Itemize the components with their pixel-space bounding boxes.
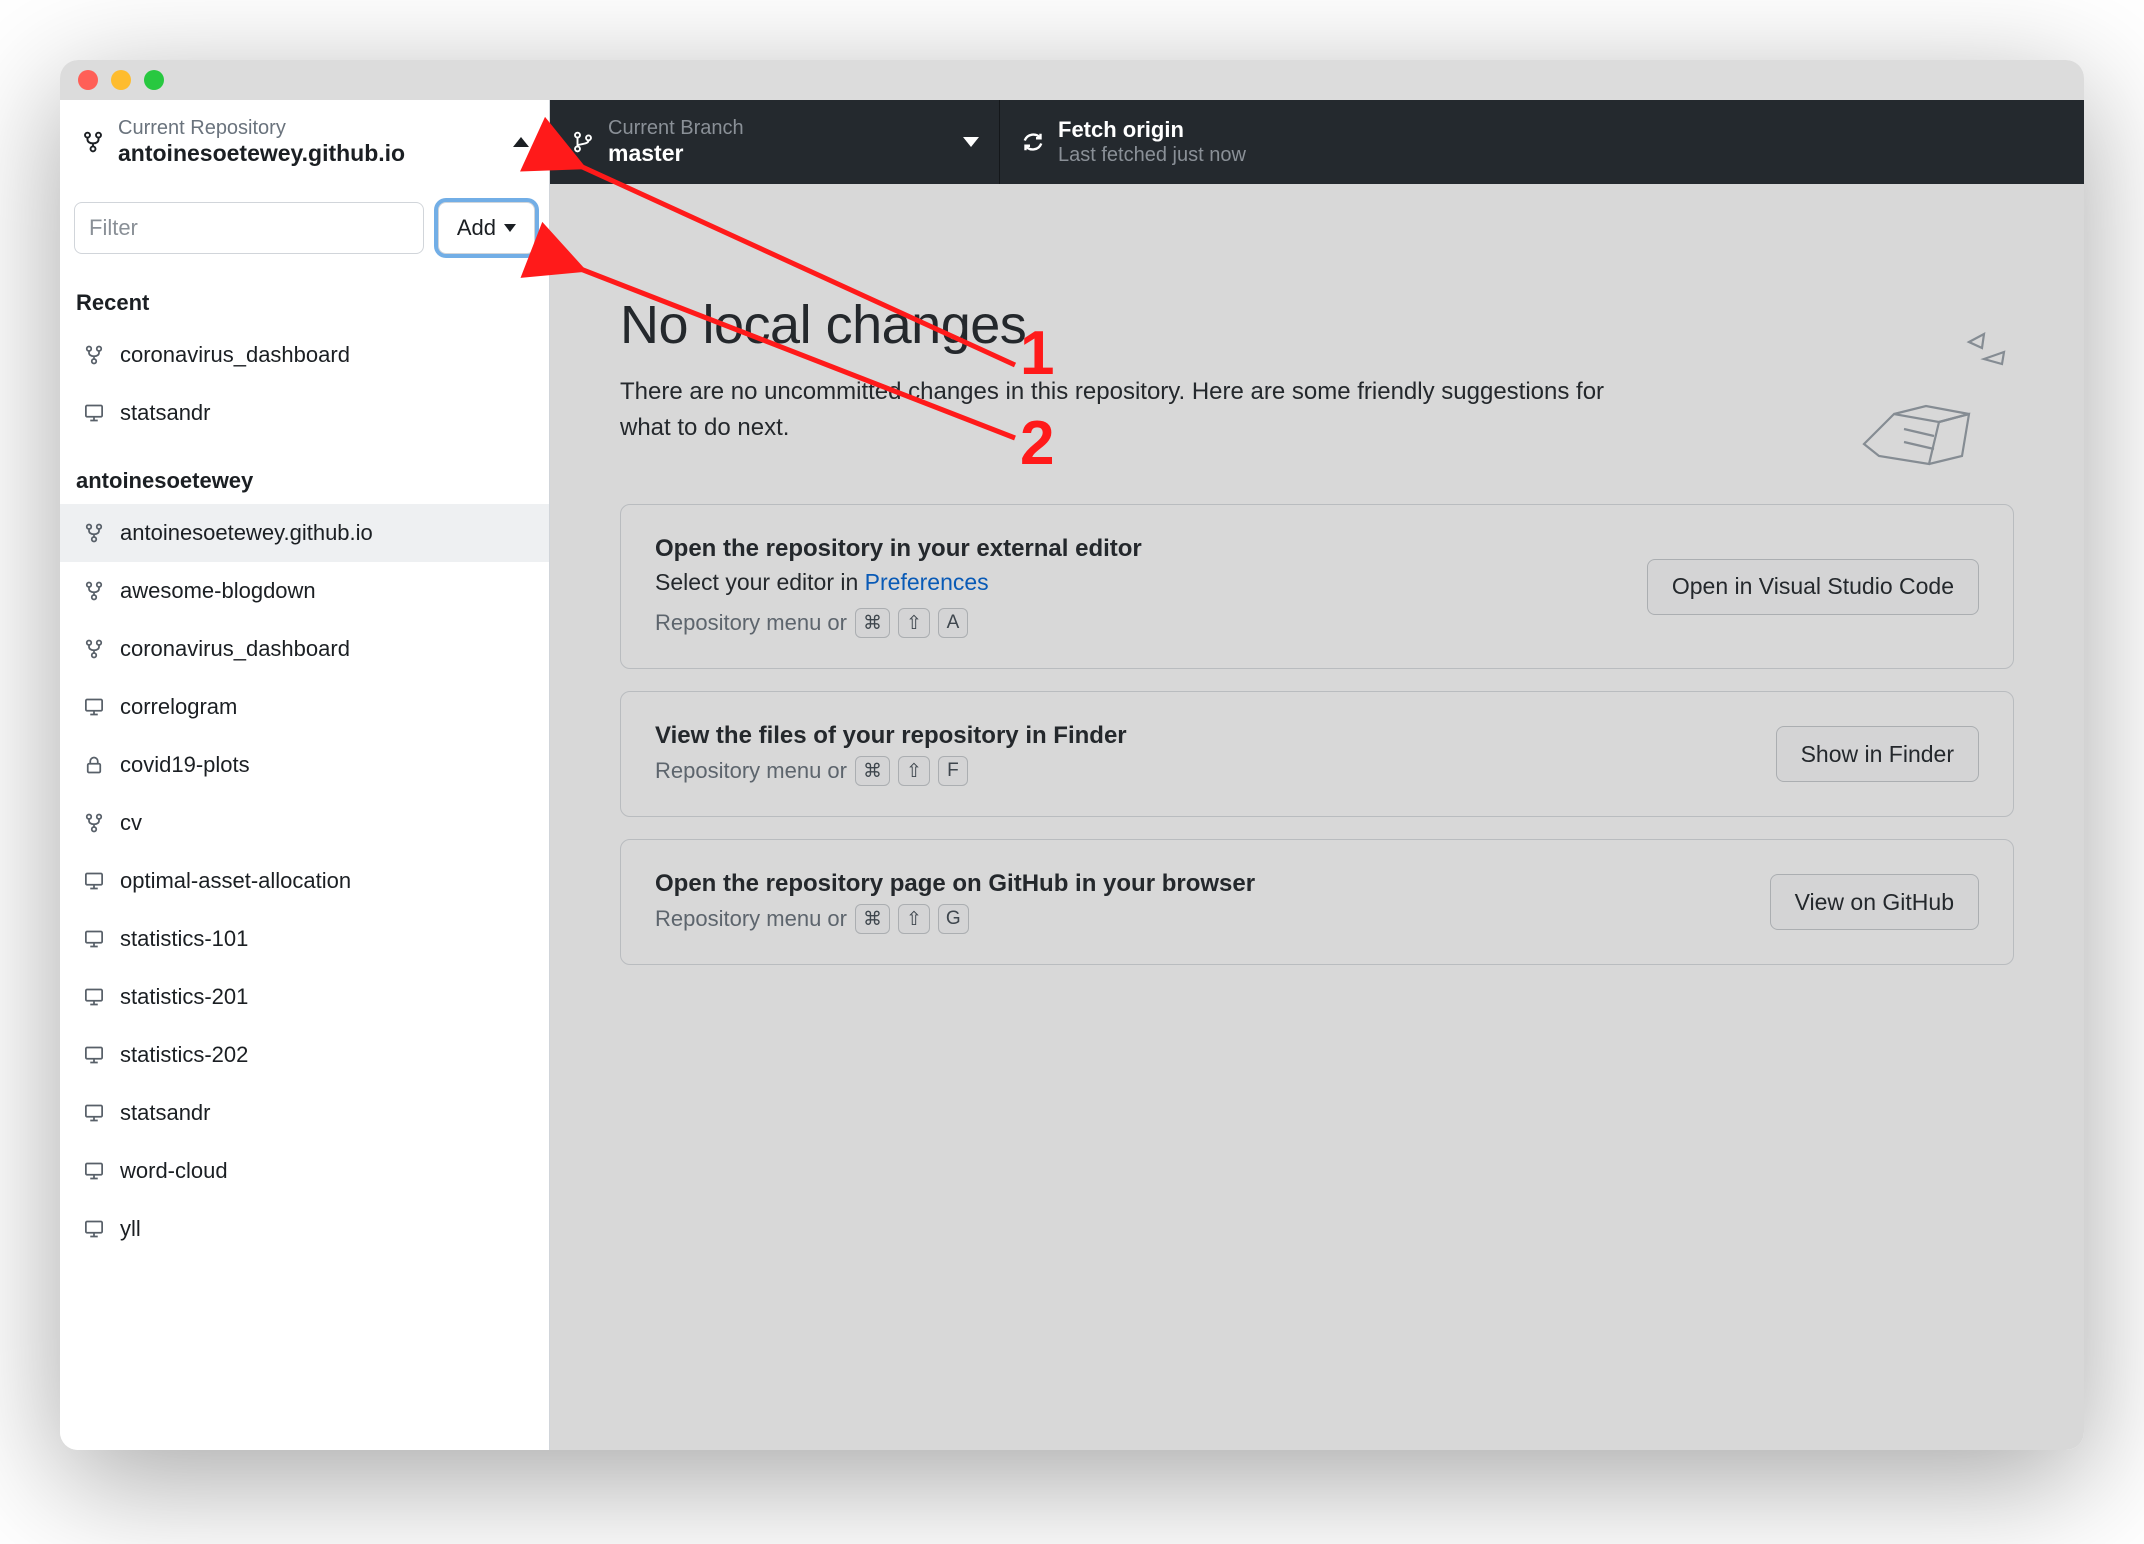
repo-list-item[interactable]: statistics-101: [60, 910, 549, 968]
repo-name: awesome-blogdown: [120, 578, 316, 604]
window-maximize-button[interactable]: [144, 70, 164, 90]
app-window: Current Repository antoinesoetewey.githu…: [60, 60, 2084, 1450]
dim-overlay: [550, 184, 2084, 1450]
repo-list-item[interactable]: antoinesoetewey.github.io: [60, 504, 549, 562]
repo-name: covid19-plots: [120, 752, 250, 778]
branch-label: Current Branch: [608, 116, 744, 140]
desktop-icon: [82, 1161, 106, 1181]
git-branch-icon: [570, 129, 596, 155]
git-fork-icon: [82, 522, 106, 544]
chevron-down-icon: [504, 224, 516, 232]
git-fork-icon: [82, 580, 106, 602]
repo-name: word-cloud: [120, 1158, 228, 1184]
repo-list-item[interactable]: statsandr: [60, 1084, 549, 1142]
repo-list-item[interactable]: awesome-blogdown: [60, 562, 549, 620]
repository-sidebar: Add Recent coronavirus_dashboard statsandr…: [60, 184, 550, 1450]
toolbar: Current Repository antoinesoetewey.githu…: [60, 100, 2084, 184]
fetch-label: Fetch origin: [1058, 117, 1246, 143]
repo-name: coronavirus_dashboard: [120, 342, 350, 368]
repo-list-item[interactable]: covid19-plots: [60, 736, 549, 794]
fetch-value: Last fetched just now: [1058, 143, 1246, 167]
repo-name: coronavirus_dashboard: [120, 636, 350, 662]
add-label: Add: [457, 215, 496, 241]
repo-list-item[interactable]: coronavirus_dashboard: [60, 620, 549, 678]
window-minimize-button[interactable]: [111, 70, 131, 90]
sync-icon: [1020, 130, 1046, 154]
repo-label: Current Repository: [118, 116, 405, 140]
git-fork-icon: [82, 812, 106, 834]
desktop-icon: [82, 1219, 106, 1239]
repo-list-item[interactable]: word-cloud: [60, 1142, 549, 1200]
repo-list-item[interactable]: cv: [60, 794, 549, 852]
repo-list-item[interactable]: yll: [60, 1200, 549, 1258]
git-fork-icon: [82, 344, 106, 366]
repo-list-item[interactable]: optimal-asset-allocation: [60, 852, 549, 910]
main-area: No local changes There are no uncommitte…: [550, 184, 2084, 1450]
titlebar: [60, 60, 2084, 100]
git-fork-icon: [82, 638, 106, 660]
section-header: antoinesoetewey: [60, 442, 549, 504]
repo-name: statistics-202: [120, 1042, 248, 1068]
desktop-icon: [82, 697, 106, 717]
add-repository-button[interactable]: Add: [438, 202, 535, 254]
desktop-icon: [82, 403, 106, 423]
repo-list-item[interactable]: correlogram: [60, 678, 549, 736]
repo-name: correlogram: [120, 694, 237, 720]
chevron-up-icon: [513, 137, 529, 147]
repo-list-item[interactable]: coronavirus_dashboard: [60, 326, 549, 384]
fetch-origin-button[interactable]: Fetch origin Last fetched just now: [1000, 100, 2084, 184]
desktop-icon: [82, 987, 106, 1007]
repo-name: antoinesoetewey.github.io: [120, 520, 373, 546]
repo-name: cv: [120, 810, 142, 836]
section-header: Recent: [60, 264, 549, 326]
current-repository-selector[interactable]: Current Repository antoinesoetewey.githu…: [60, 100, 550, 184]
chevron-down-icon: [963, 137, 979, 147]
filter-input[interactable]: [74, 202, 424, 254]
current-branch-selector[interactable]: Current Branch master: [550, 100, 1000, 184]
repo-list-item[interactable]: statistics-201: [60, 968, 549, 1026]
desktop-icon: [82, 1045, 106, 1065]
repo-value: antoinesoetewey.github.io: [118, 140, 405, 168]
lock-icon: [82, 754, 106, 776]
repo-name: statsandr: [120, 1100, 211, 1126]
window-close-button[interactable]: [78, 70, 98, 90]
desktop-icon: [82, 871, 106, 891]
git-fork-icon: [80, 129, 106, 155]
desktop-icon: [82, 929, 106, 949]
body: Add Recent coronavirus_dashboard statsandr…: [60, 184, 2084, 1450]
repo-name: statistics-101: [120, 926, 248, 952]
repo-name: statsandr: [120, 400, 211, 426]
repo-name: yll: [120, 1216, 141, 1242]
repo-name: statistics-201: [120, 984, 248, 1010]
repo-name: optimal-asset-allocation: [120, 868, 351, 894]
repo-list-item[interactable]: statistics-202: [60, 1026, 549, 1084]
repo-list-item[interactable]: statsandr: [60, 384, 549, 442]
branch-value: master: [608, 140, 744, 168]
desktop-icon: [82, 1103, 106, 1123]
